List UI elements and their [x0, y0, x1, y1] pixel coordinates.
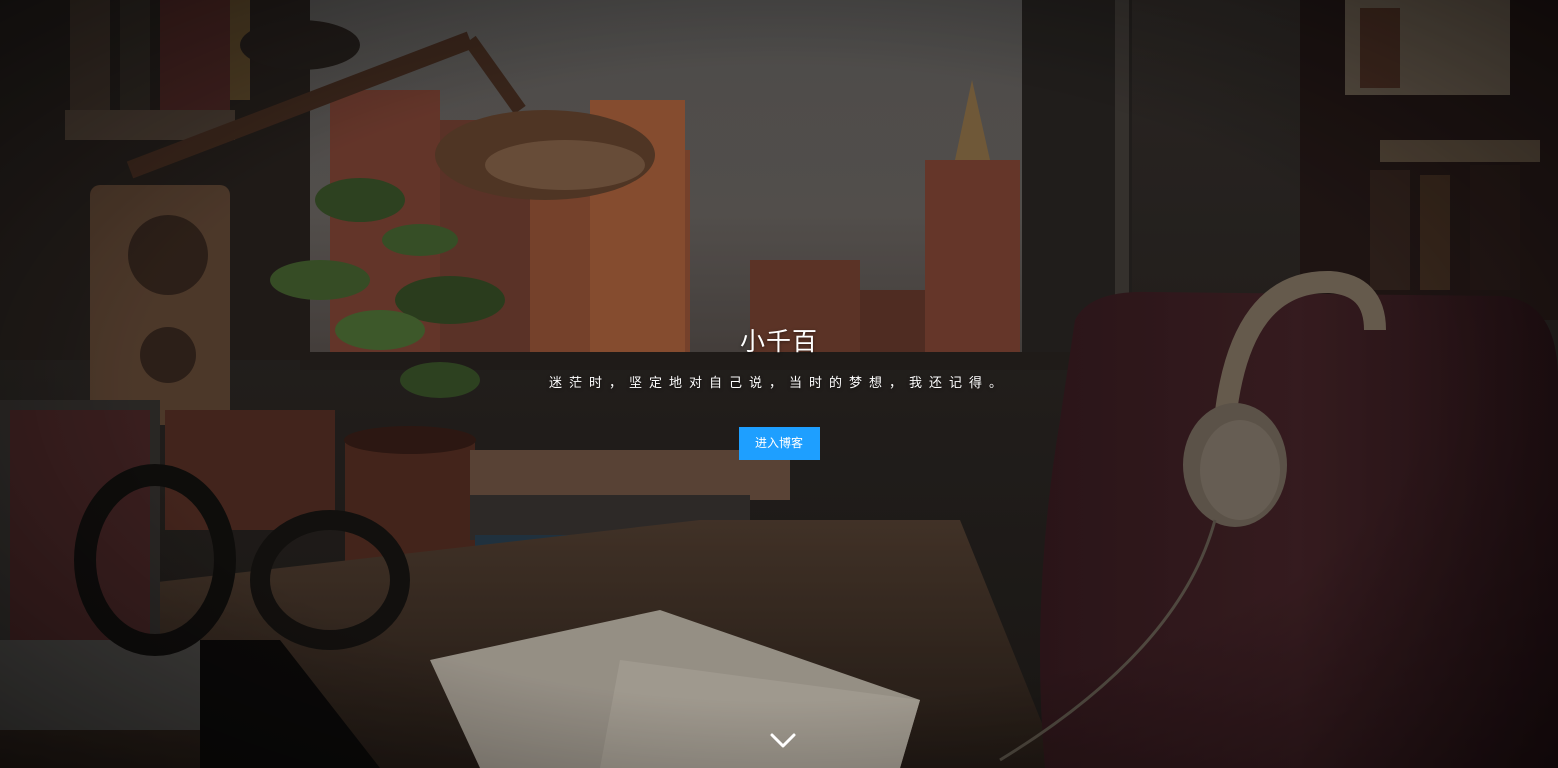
site-title: 小千百: [739, 327, 818, 356]
enter-blog-button[interactable]: 进入博客: [738, 427, 820, 460]
site-motto: 迷茫时，坚定地对自己说，当时的梦想，我还记得。: [548, 376, 1009, 391]
chevron-down-icon: [770, 733, 796, 748]
scroll-down-button[interactable]: [768, 728, 798, 756]
hero-section: 小千百 迷茫时，坚定地对自己说，当时的梦想，我还记得。 进入博客: [0, 322, 1558, 460]
